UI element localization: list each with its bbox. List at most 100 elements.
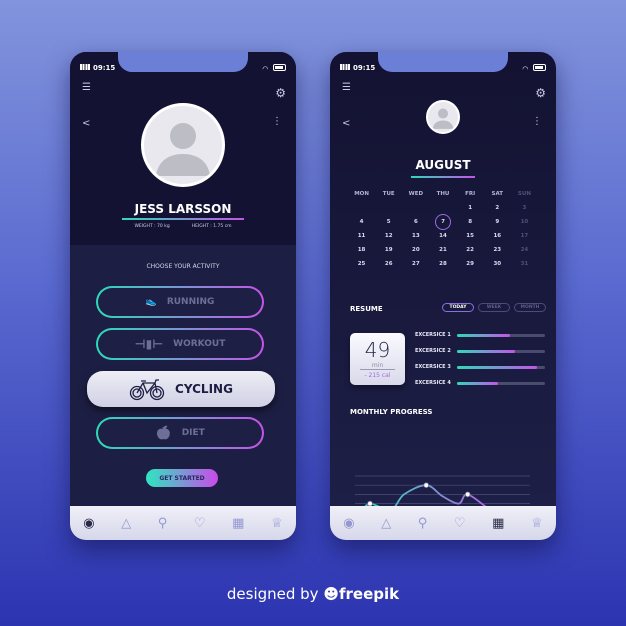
profile-phone: 09:15 ◠ ☰ ⚙ < ⋮ JESS LARSSON WEIGHT : 70 … — [70, 52, 296, 540]
battery-icon — [273, 63, 286, 71]
exercise-progress-fill — [457, 365, 538, 369]
share-icon[interactable]: < — [342, 118, 350, 129]
more-icon[interactable]: ⋮ — [532, 116, 542, 127]
calendar-day-selected[interactable]: 7 — [434, 214, 451, 230]
resume-title: RESUME — [350, 305, 383, 313]
calendar-day[interactable]: 10 — [511, 219, 538, 225]
weekday-label: THU — [436, 191, 450, 197]
avatar[interactable] — [141, 103, 225, 187]
minutes-unit: min — [360, 362, 395, 370]
profile-name: JESS LARSSON — [134, 202, 232, 216]
tab-month[interactable]: MONTH — [514, 303, 546, 312]
weekday-label: SUN — [517, 191, 531, 197]
calendar-day[interactable]: 13 — [402, 233, 429, 239]
calendar-day[interactable]: 14 — [429, 233, 456, 239]
gear-icon[interactable]: ⚙ — [275, 86, 286, 100]
calendar-day[interactable]: 6 — [402, 219, 429, 225]
month-title: AUGUST — [415, 158, 471, 172]
gear-icon[interactable]: ⚙ — [535, 86, 546, 100]
data-point-marker[interactable] — [464, 491, 471, 498]
calendar-day[interactable]: 16 — [484, 233, 511, 239]
tab-week[interactable]: WEEK — [478, 303, 510, 312]
calendar-day[interactable]: 30 — [484, 261, 511, 267]
activity-workout-button[interactable]: ⊣▮⊢ WORKOUT — [96, 328, 264, 360]
wifi-icon: ◠ — [262, 64, 268, 73]
calendar-day[interactable]: 15 — [457, 233, 484, 239]
more-icon[interactable]: ⋮ — [272, 116, 282, 127]
period-tabs: TODAY WEEK MONTH — [442, 303, 546, 312]
get-started-button[interactable]: GET STARTED — [146, 469, 218, 487]
navigation-icon[interactable]: △ — [121, 516, 131, 531]
calendar-day[interactable]: 25 — [348, 261, 375, 267]
exercise-row: EXCERSICE 2 — [415, 348, 545, 354]
calendar-day[interactable]: 23 — [484, 247, 511, 253]
apple-icon: 🍎︎ — [155, 425, 172, 441]
exercise-label: EXCERSICE 1 — [415, 332, 451, 338]
battery-icon — [533, 63, 546, 71]
exercise-progress-bar — [457, 349, 545, 353]
calendar-day[interactable]: 5 — [375, 219, 402, 225]
calendar-grid: MON TUE WED THU FRI SAT SUN 1 2 3 4 5 6 7 8 9 10 11 12 13 14… — [348, 191, 538, 267]
calendar-day[interactable]: 17 — [511, 233, 538, 239]
exercise-row: EXCERSICE 3 — [415, 364, 545, 370]
choose-activity-label: CHOOSE YOUR ACTIVITY — [146, 263, 220, 270]
activity-label: WORKOUT — [173, 339, 226, 349]
weekday-label: WED — [408, 191, 424, 197]
calendar-icon[interactable]: ▦ — [492, 516, 504, 531]
calendar-day[interactable]: 20 — [402, 247, 429, 253]
calendar-day[interactable]: 26 — [375, 261, 402, 267]
duration-card: 49 min - 215 cal — [350, 333, 405, 385]
exercise-progress-fill — [457, 349, 516, 353]
calendar-day[interactable]: 18 — [348, 247, 375, 253]
calendar-day[interactable]: 21 — [429, 247, 456, 253]
calendar-day[interactable]: 2 — [484, 205, 511, 211]
activity-cycling-button[interactable]: CYCLING — [87, 371, 275, 407]
calendar-day[interactable]: 1 — [457, 205, 484, 211]
calendar-day[interactable]: 31 — [511, 261, 538, 267]
user-icon[interactable]: ◉ — [343, 516, 354, 531]
activity-running-button[interactable]: 👟 RUNNING — [96, 286, 264, 318]
calendar-day[interactable]: 4 — [348, 219, 375, 225]
exercise-progress-bar — [457, 381, 545, 385]
calendar-day[interactable]: 22 — [457, 247, 484, 253]
search-icon[interactable]: ⚲ — [158, 516, 168, 531]
calendar-day — [348, 205, 375, 211]
clock: 09:15 — [93, 64, 116, 72]
calendar-day[interactable]: 27 — [402, 261, 429, 267]
status-bar: 09:15 ◠ — [340, 63, 546, 73]
avatar[interactable] — [426, 100, 460, 134]
bicycle-icon — [129, 379, 165, 401]
trophy-icon[interactable]: ♕ — [531, 516, 543, 531]
activity-diet-button[interactable]: 🍎︎ DIET — [96, 417, 264, 449]
calendar-day[interactable]: 24 — [511, 247, 538, 253]
user-icon[interactable]: ◉ — [83, 516, 94, 531]
calendar-day[interactable]: 19 — [375, 247, 402, 253]
search-icon[interactable]: ⚲ — [418, 516, 428, 531]
heart-rate-icon[interactable]: ♡ — [194, 516, 206, 531]
trophy-icon[interactable]: ♕ — [271, 516, 283, 531]
calendar-day — [375, 205, 402, 211]
navigation-icon[interactable]: △ — [381, 516, 391, 531]
calendar-day[interactable]: 12 — [375, 233, 402, 239]
calendar-day[interactable]: 28 — [429, 261, 456, 267]
menu-icon[interactable]: ☰ — [82, 82, 91, 93]
bottom-nav: ◉ △ ⚲ ♡ ▦ ♕ — [330, 506, 556, 540]
heart-rate-icon[interactable]: ♡ — [454, 516, 466, 531]
calendar-day[interactable]: 8 — [457, 219, 484, 225]
calendar-day[interactable]: 29 — [457, 261, 484, 267]
tab-today[interactable]: TODAY — [442, 303, 474, 312]
calendar-day[interactable]: 9 — [484, 219, 511, 225]
menu-icon[interactable]: ☰ — [342, 82, 351, 93]
status-bar: 09:15 ◠ — [80, 63, 286, 73]
name-underline — [122, 218, 244, 220]
stats-phone: 09:15 ◠ ☰ ⚙ < ⋮ AUGUST MON TUE WED THU FRI SAT… — [330, 52, 556, 540]
calendar-day[interactable]: 3 — [511, 205, 538, 211]
height-label: HEIGHT : 1.75 cm — [191, 224, 232, 229]
share-icon[interactable]: < — [82, 118, 90, 129]
exercise-progress-fill — [457, 381, 499, 385]
brand-name: freepik — [338, 585, 400, 603]
signal-icon — [340, 64, 350, 70]
calendar-day[interactable]: 11 — [348, 233, 375, 239]
data-point-marker[interactable] — [423, 482, 430, 488]
calendar-icon[interactable]: ▦ — [232, 516, 244, 531]
